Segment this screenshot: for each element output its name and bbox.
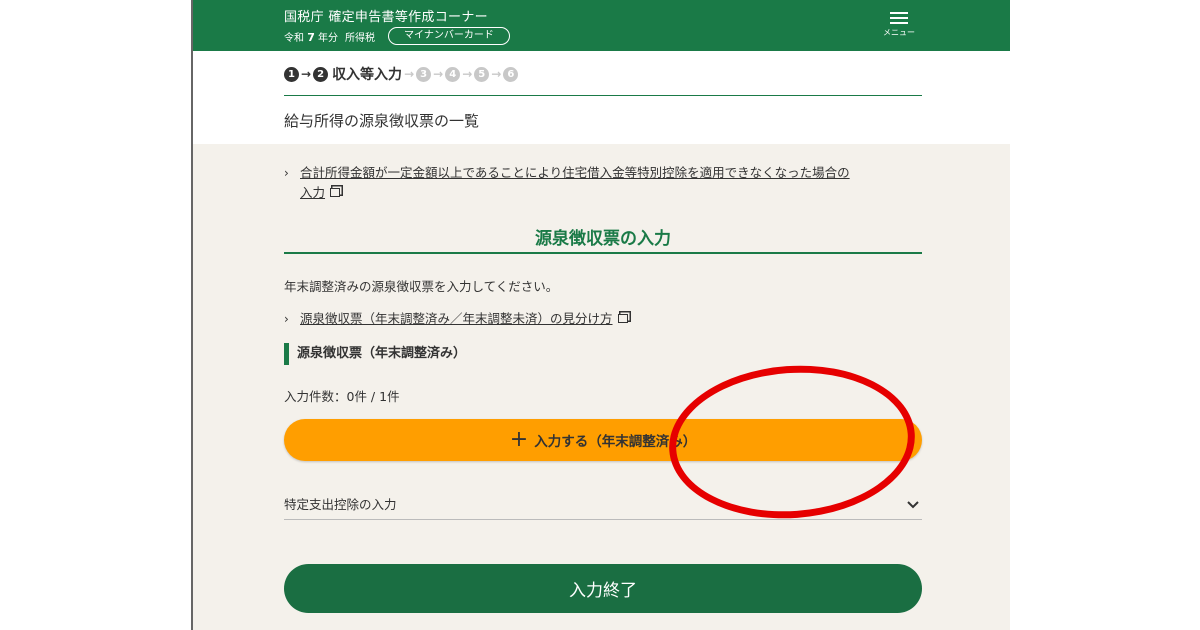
housing-loan-link-line1[interactable]: 合計所得金額が一定金額以上であることにより住宅借入金等特別控除を適用できなくなっ… [300, 165, 850, 180]
withholding-subheading: 源泉徴収票（年末調整済み） [284, 343, 466, 365]
housing-loan-link-text: 合計所得金額が一定金額以上であることにより住宅借入金等特別控除を適用できなくなっ… [300, 163, 850, 203]
section-divider [284, 252, 922, 254]
hamburger-icon [890, 12, 908, 24]
tax-type: 所得税 [345, 32, 376, 44]
app-header: 国税庁 確定申告書等作成コーナー 令和 7 年分 所得税 マイナンバーカード メ… [193, 0, 1010, 51]
distinguish-link-text[interactable]: 源泉徴収票（年末調整済み／年末調整未済）の見分け方 [300, 309, 613, 329]
distinguish-link[interactable]: › 源泉徴収票（年末調整済み／年末調整未済）の見分け方 [284, 309, 628, 329]
page-title: 給与所得の源泉徴収票の一覧 [284, 112, 480, 130]
step-arrow-icon: → [404, 67, 415, 81]
finish-input-button[interactable]: 入力終了 [284, 564, 922, 613]
input-count: 入力件数：0件 / 1件 [284, 389, 400, 404]
current-step-label: 収入等入力 [332, 67, 403, 83]
plus-icon: + [509, 427, 529, 452]
step-2: 2 [313, 66, 329, 82]
app-title: 国税庁 確定申告書等作成コーナー [284, 10, 488, 25]
section-description: 年末調整済みの源泉徴収票を入力してください。 [284, 279, 559, 294]
chevron-right-icon: › [284, 166, 289, 180]
housing-loan-link[interactable]: › 合計所得金額が一定金額以上であることにより住宅借入金等特別控除を適用できなく… [284, 163, 924, 203]
add-button-label: 入力する（年末調整済み） [534, 434, 697, 450]
step-1: 1 [284, 66, 299, 82]
step-4: 4 [445, 66, 461, 82]
step-divider [284, 95, 922, 96]
external-window-icon [330, 188, 341, 197]
finish-button-label: 入力終了 [569, 581, 637, 601]
section-title: 源泉徴収票の入力 [535, 229, 671, 249]
special-expense-label: 特定支出控除の入力 [284, 497, 397, 512]
external-window-icon [617, 314, 628, 323]
step-arrow-icon: → [462, 67, 473, 81]
special-expense-accordion[interactable]: 特定支出控除の入力 [284, 494, 922, 520]
add-withholding-button[interactable]: + 入力する（年末調整済み） [284, 419, 922, 461]
chevron-down-icon [907, 501, 919, 509]
step-indicator: 1 → 2 収入等入力 → 3 → 4 → 5 → 6 [284, 62, 519, 86]
app-subtitle: 令和 7 年分 所得税 マイナンバーカード [284, 27, 510, 45]
housing-loan-link-line2[interactable]: 入力 [300, 185, 325, 200]
step-6: 6 [503, 66, 519, 82]
step-3: 3 [416, 66, 432, 82]
menu-button[interactable]: メニュー [881, 10, 917, 38]
step-5: 5 [474, 66, 490, 82]
menu-label: メニュー [883, 28, 915, 37]
app-frame: 国税庁 確定申告書等作成コーナー 令和 7 年分 所得税 マイナンバーカード メ… [191, 0, 1010, 630]
step-arrow-icon: → [301, 67, 312, 81]
tax-year: 令和 7 年分 [284, 30, 339, 44]
step-arrow-icon: → [491, 67, 502, 81]
main-content: › 合計所得金額が一定金額以上であることにより住宅借入金等特別控除を適用できなく… [193, 144, 1010, 630]
step-arrow-icon: → [433, 67, 444, 81]
chevron-right-icon: › [284, 312, 289, 326]
auth-method-badge: マイナンバーカード [388, 27, 510, 45]
